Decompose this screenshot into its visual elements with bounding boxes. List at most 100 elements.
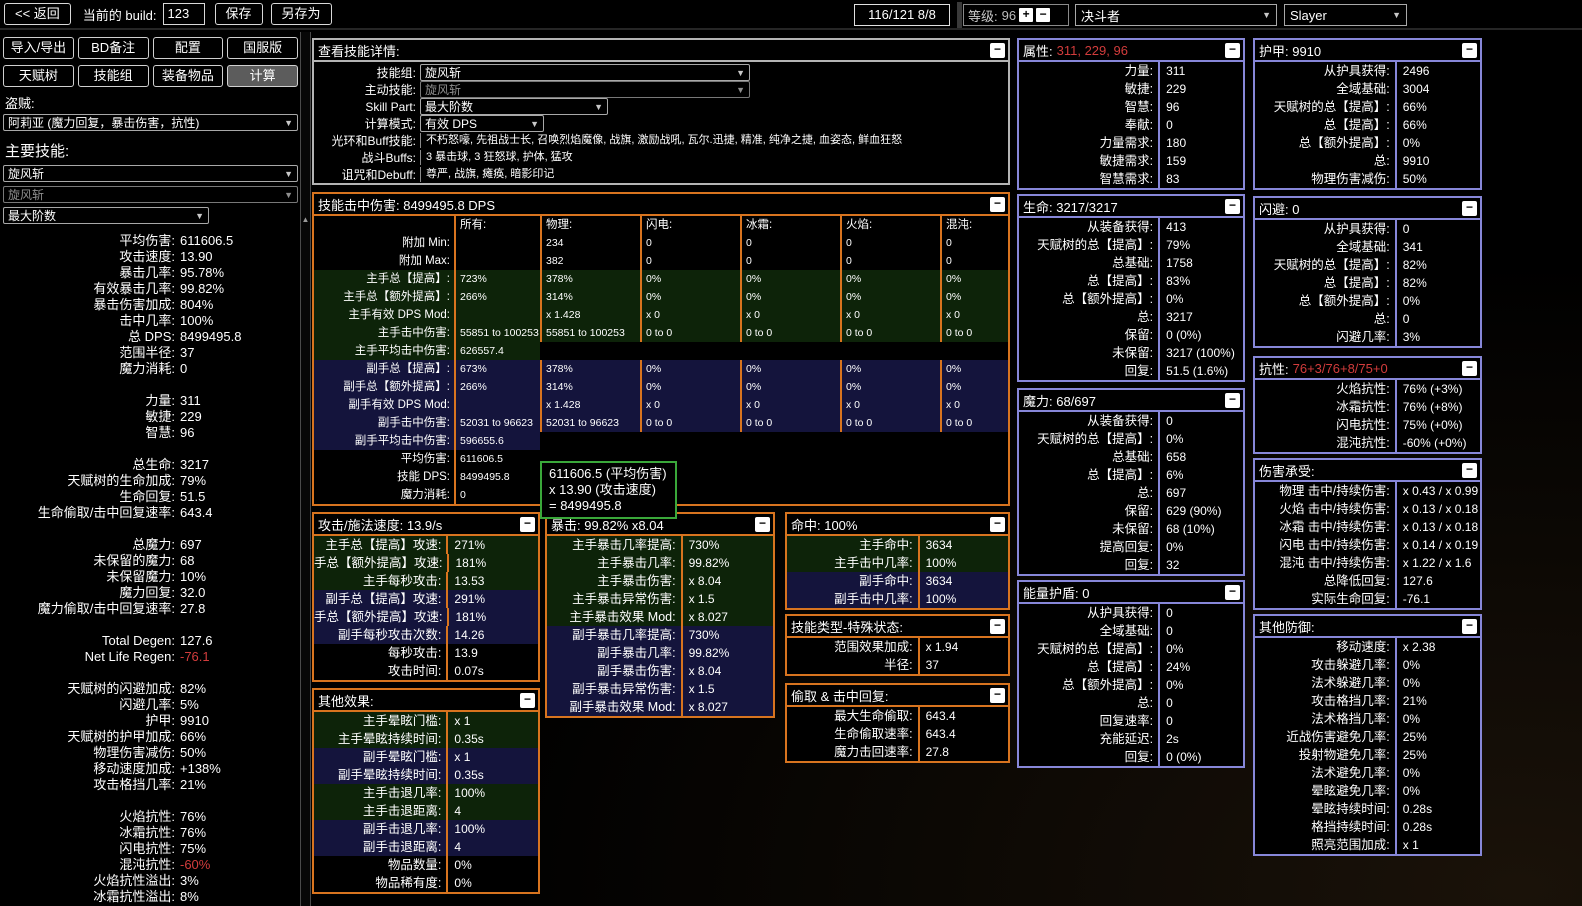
panel-body: 最大生命偷取:643.4生命偷取速率:643.4魔力击回速率:27.8	[787, 707, 1008, 761]
build-name-label: 当前的 build:	[83, 5, 157, 24]
main-skill-dropdown-1[interactable]: 旋风斩▼	[3, 186, 298, 203]
level-value[interactable]: 96	[1002, 8, 1016, 23]
stat-value: 8499495.8	[175, 329, 241, 345]
minimize-button[interactable]: −	[1462, 463, 1477, 478]
minimize-button[interactable]: −	[520, 693, 535, 708]
sidebar-stat: 击中几率:100%	[3, 313, 298, 329]
bandit-dropdown[interactable]: 阿莉亚 (魔力回复，暴击伤害，抗性) ▼	[3, 114, 298, 131]
stat-label: 总基础:	[1019, 254, 1160, 272]
stat-row: 天赋树的总【提高】:0%	[1019, 640, 1243, 658]
sidebar-scrollbar[interactable]: ▲	[300, 32, 311, 906]
row-label: 副手平均击中伤害:	[314, 432, 454, 450]
row-label: 魔力消耗:	[314, 486, 454, 504]
minimize-button[interactable]: −	[755, 517, 770, 532]
save-as-button[interactable]: 另存为	[271, 3, 332, 25]
tab-button-2[interactable]: 装备物品	[153, 65, 224, 87]
nav-button-1[interactable]: BD备注	[78, 37, 149, 59]
stat-value: 51.5	[175, 489, 205, 505]
minimize-button[interactable]: −	[1225, 199, 1240, 214]
minimize-button[interactable]: −	[1462, 361, 1477, 376]
stat-label: 天赋树的闪避加成:	[3, 681, 175, 697]
stat-row: 副手总【提高】攻速:291%	[314, 590, 538, 608]
minimize-button[interactable]: −	[520, 517, 535, 532]
class-dropdown[interactable]: 决斗者 ▼	[1075, 4, 1277, 26]
stat-row: 格挡持续时间:0.28s	[1255, 818, 1480, 836]
row-label: 主手击中伤害:	[314, 324, 454, 342]
save-button[interactable]: 保存	[215, 3, 263, 25]
nav-button-0[interactable]: 导入/导出	[3, 37, 74, 59]
tab-button-0[interactable]: 天赋树	[3, 65, 74, 87]
stat-label: 魔力回复:	[3, 585, 175, 601]
stat-value: 730%	[683, 536, 720, 554]
minimize-button[interactable]: −	[1462, 43, 1477, 58]
ascendancy-dropdown[interactable]: Slayer ▼	[1284, 4, 1407, 26]
stat-label: 总【提高】:	[1019, 658, 1160, 676]
level-decrease-button[interactable]: −	[1036, 8, 1050, 22]
scroll-up-icon[interactable]: ▲	[301, 213, 310, 226]
minimize-button[interactable]: −	[1462, 201, 1477, 216]
stat-row: 副手晕眩持续时间:0.35s	[314, 766, 538, 784]
row-label: 主手平均击中伤害:	[314, 342, 454, 360]
tab-button-1[interactable]: 技能组	[78, 65, 149, 87]
stat-row: 天赋树的总【提高】:66%	[1255, 98, 1480, 116]
minimize-button[interactable]: −	[990, 688, 1005, 703]
stat-row: 从装备获得:0	[1019, 412, 1243, 430]
stat-row: 物理伤害减伤:50%	[1255, 170, 1480, 188]
stat-value: 730%	[683, 626, 720, 644]
main-skill-dropdown-2[interactable]: 最大阶数▼	[3, 207, 209, 224]
sidebar-stat: Total Degen:127.6	[3, 633, 298, 649]
stat-row: 照亮范围加成:x 1	[1255, 836, 1480, 854]
stat-row: 总:3217	[1019, 308, 1243, 326]
sidebar-stat: 火焰抗性溢出:3%	[3, 873, 298, 889]
stat-value: 3217	[175, 457, 209, 473]
level-group: 等级: 96 + −	[963, 4, 1069, 26]
panel-title: 偷取 & 击中回复:	[791, 686, 889, 705]
minimize-button[interactable]: −	[990, 517, 1005, 532]
stat-row: 主手每秒攻击:13.53	[314, 572, 538, 590]
stat-value: x 0.43 / x 0.99	[1397, 482, 1478, 500]
minimize-button[interactable]: −	[990, 43, 1005, 58]
tab-button-3[interactable]: 计算	[227, 65, 298, 87]
field-label: 主动技能:	[316, 81, 420, 98]
nav-button-2[interactable]: 配置	[153, 37, 224, 59]
back-button[interactable]: << 返回	[4, 3, 71, 25]
row-label: 技能 DPS:	[314, 468, 454, 486]
stat-value: 79%	[1160, 236, 1190, 254]
minimize-button[interactable]: −	[1225, 585, 1240, 600]
stat-value: 66%	[1397, 116, 1427, 134]
stat-label: 主手每秒攻击:	[314, 572, 448, 590]
stat-label: 总 DPS:	[3, 329, 175, 345]
panel-title: 技能类型-特殊状态:	[791, 617, 903, 636]
panel-body: 主手暴击几率提高:730%主手暴击几率:99.82%主手暴击伤害:x 8.04主…	[547, 536, 773, 716]
stat-row: 从装备获得:413	[1019, 218, 1243, 236]
level-increase-button[interactable]: +	[1019, 8, 1033, 22]
panel-body: 从装备获得:0天赋树的总【提高】:0%总基础:658总【提高】:6%总:697保…	[1019, 412, 1243, 574]
stat-label: 敏捷需求:	[1019, 152, 1160, 170]
stat-value: 3217	[1160, 308, 1193, 326]
skill-detail-dropdown-3[interactable]: 有效 DPS▼	[420, 115, 544, 132]
table-cell: 0	[740, 252, 840, 270]
minimize-button[interactable]: −	[1462, 619, 1477, 634]
skill-detail-dropdown-2[interactable]: 最大阶数▼	[420, 98, 608, 115]
build-name-input[interactable]: 123	[163, 3, 205, 25]
minimize-button[interactable]: −	[1225, 43, 1240, 58]
stat-label: 副手暴击效果 Mod:	[547, 698, 683, 716]
stat-row: 火焰抗性:76% (+3%)	[1255, 380, 1480, 398]
stat-row: 天赋树的总【提高】:0%	[1019, 430, 1243, 448]
skill-detail-dropdown-1[interactable]: 旋风斩▼	[420, 81, 750, 98]
minimize-button[interactable]: −	[1225, 393, 1240, 408]
skill-detail-dropdown-0[interactable]: 旋风斩▼	[420, 64, 750, 81]
nav-button-3[interactable]: 国服版	[227, 37, 298, 59]
table-cell	[454, 396, 540, 414]
table-cell: 0%	[840, 360, 940, 378]
table-row: 副手总【提高】:673%378%0%0%0%0%	[314, 360, 1008, 378]
panel-header: 查看技能详情: −	[314, 40, 1008, 62]
stat-row: 全域基础:341	[1255, 238, 1480, 256]
stat-value: 25%	[1397, 728, 1427, 746]
stat-label: 副手击退几率:	[314, 820, 448, 838]
main-skill-dropdown-0[interactable]: 旋风斩▼	[3, 165, 298, 182]
stat-value: 79%	[175, 473, 206, 489]
minimize-button[interactable]: −	[990, 619, 1005, 634]
panel-body: 主手晕眩门槛:x 1主手晕眩持续时间:0.35s副手晕眩门槛:x 1副手晕眩持续…	[314, 712, 538, 892]
minimize-button[interactable]: −	[990, 197, 1005, 212]
